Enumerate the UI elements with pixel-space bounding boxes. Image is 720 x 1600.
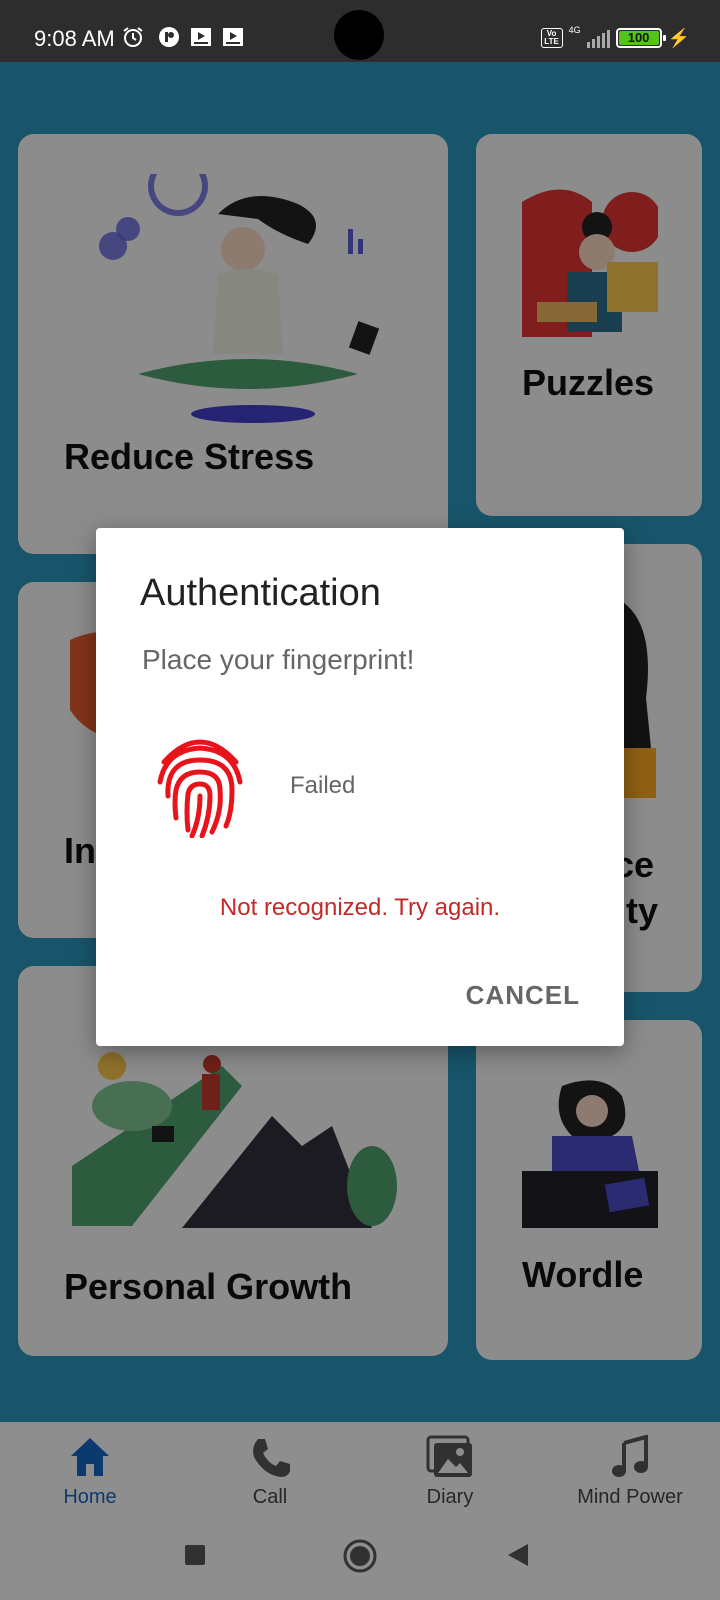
battery-level: 100	[618, 31, 659, 45]
camera-cutout	[334, 10, 384, 60]
volte-icon: Vo LTE	[540, 28, 563, 48]
status-time: 9:08 AM	[34, 26, 115, 51]
battery-icon: 100	[615, 28, 666, 48]
dialog-subtitle: Place your fingerprint!	[142, 644, 415, 675]
cancel-button[interactable]: CANCEL	[466, 980, 580, 1011]
media-icon	[191, 28, 211, 46]
charging-icon: ⚡	[667, 27, 690, 48]
network-type: 4G	[568, 25, 581, 35]
alarm-icon	[123, 27, 143, 47]
signal-icon	[586, 28, 610, 48]
status-bar: 9:08 AM Vo LTE 4G 100 ⚡	[0, 0, 720, 62]
authentication-dialog: Authentication Place your fingerprint! F…	[96, 528, 624, 1046]
media-icon-2	[223, 28, 243, 46]
auth-error-message: Not recognized. Try again.	[219, 894, 501, 921]
app-icon	[159, 27, 179, 47]
auth-status: Failed	[290, 772, 356, 799]
dialog-title: Authentication	[140, 572, 381, 614]
fingerprint-icon	[157, 739, 243, 838]
status-right: Vo LTE 4G 100 ⚡	[540, 25, 690, 50]
